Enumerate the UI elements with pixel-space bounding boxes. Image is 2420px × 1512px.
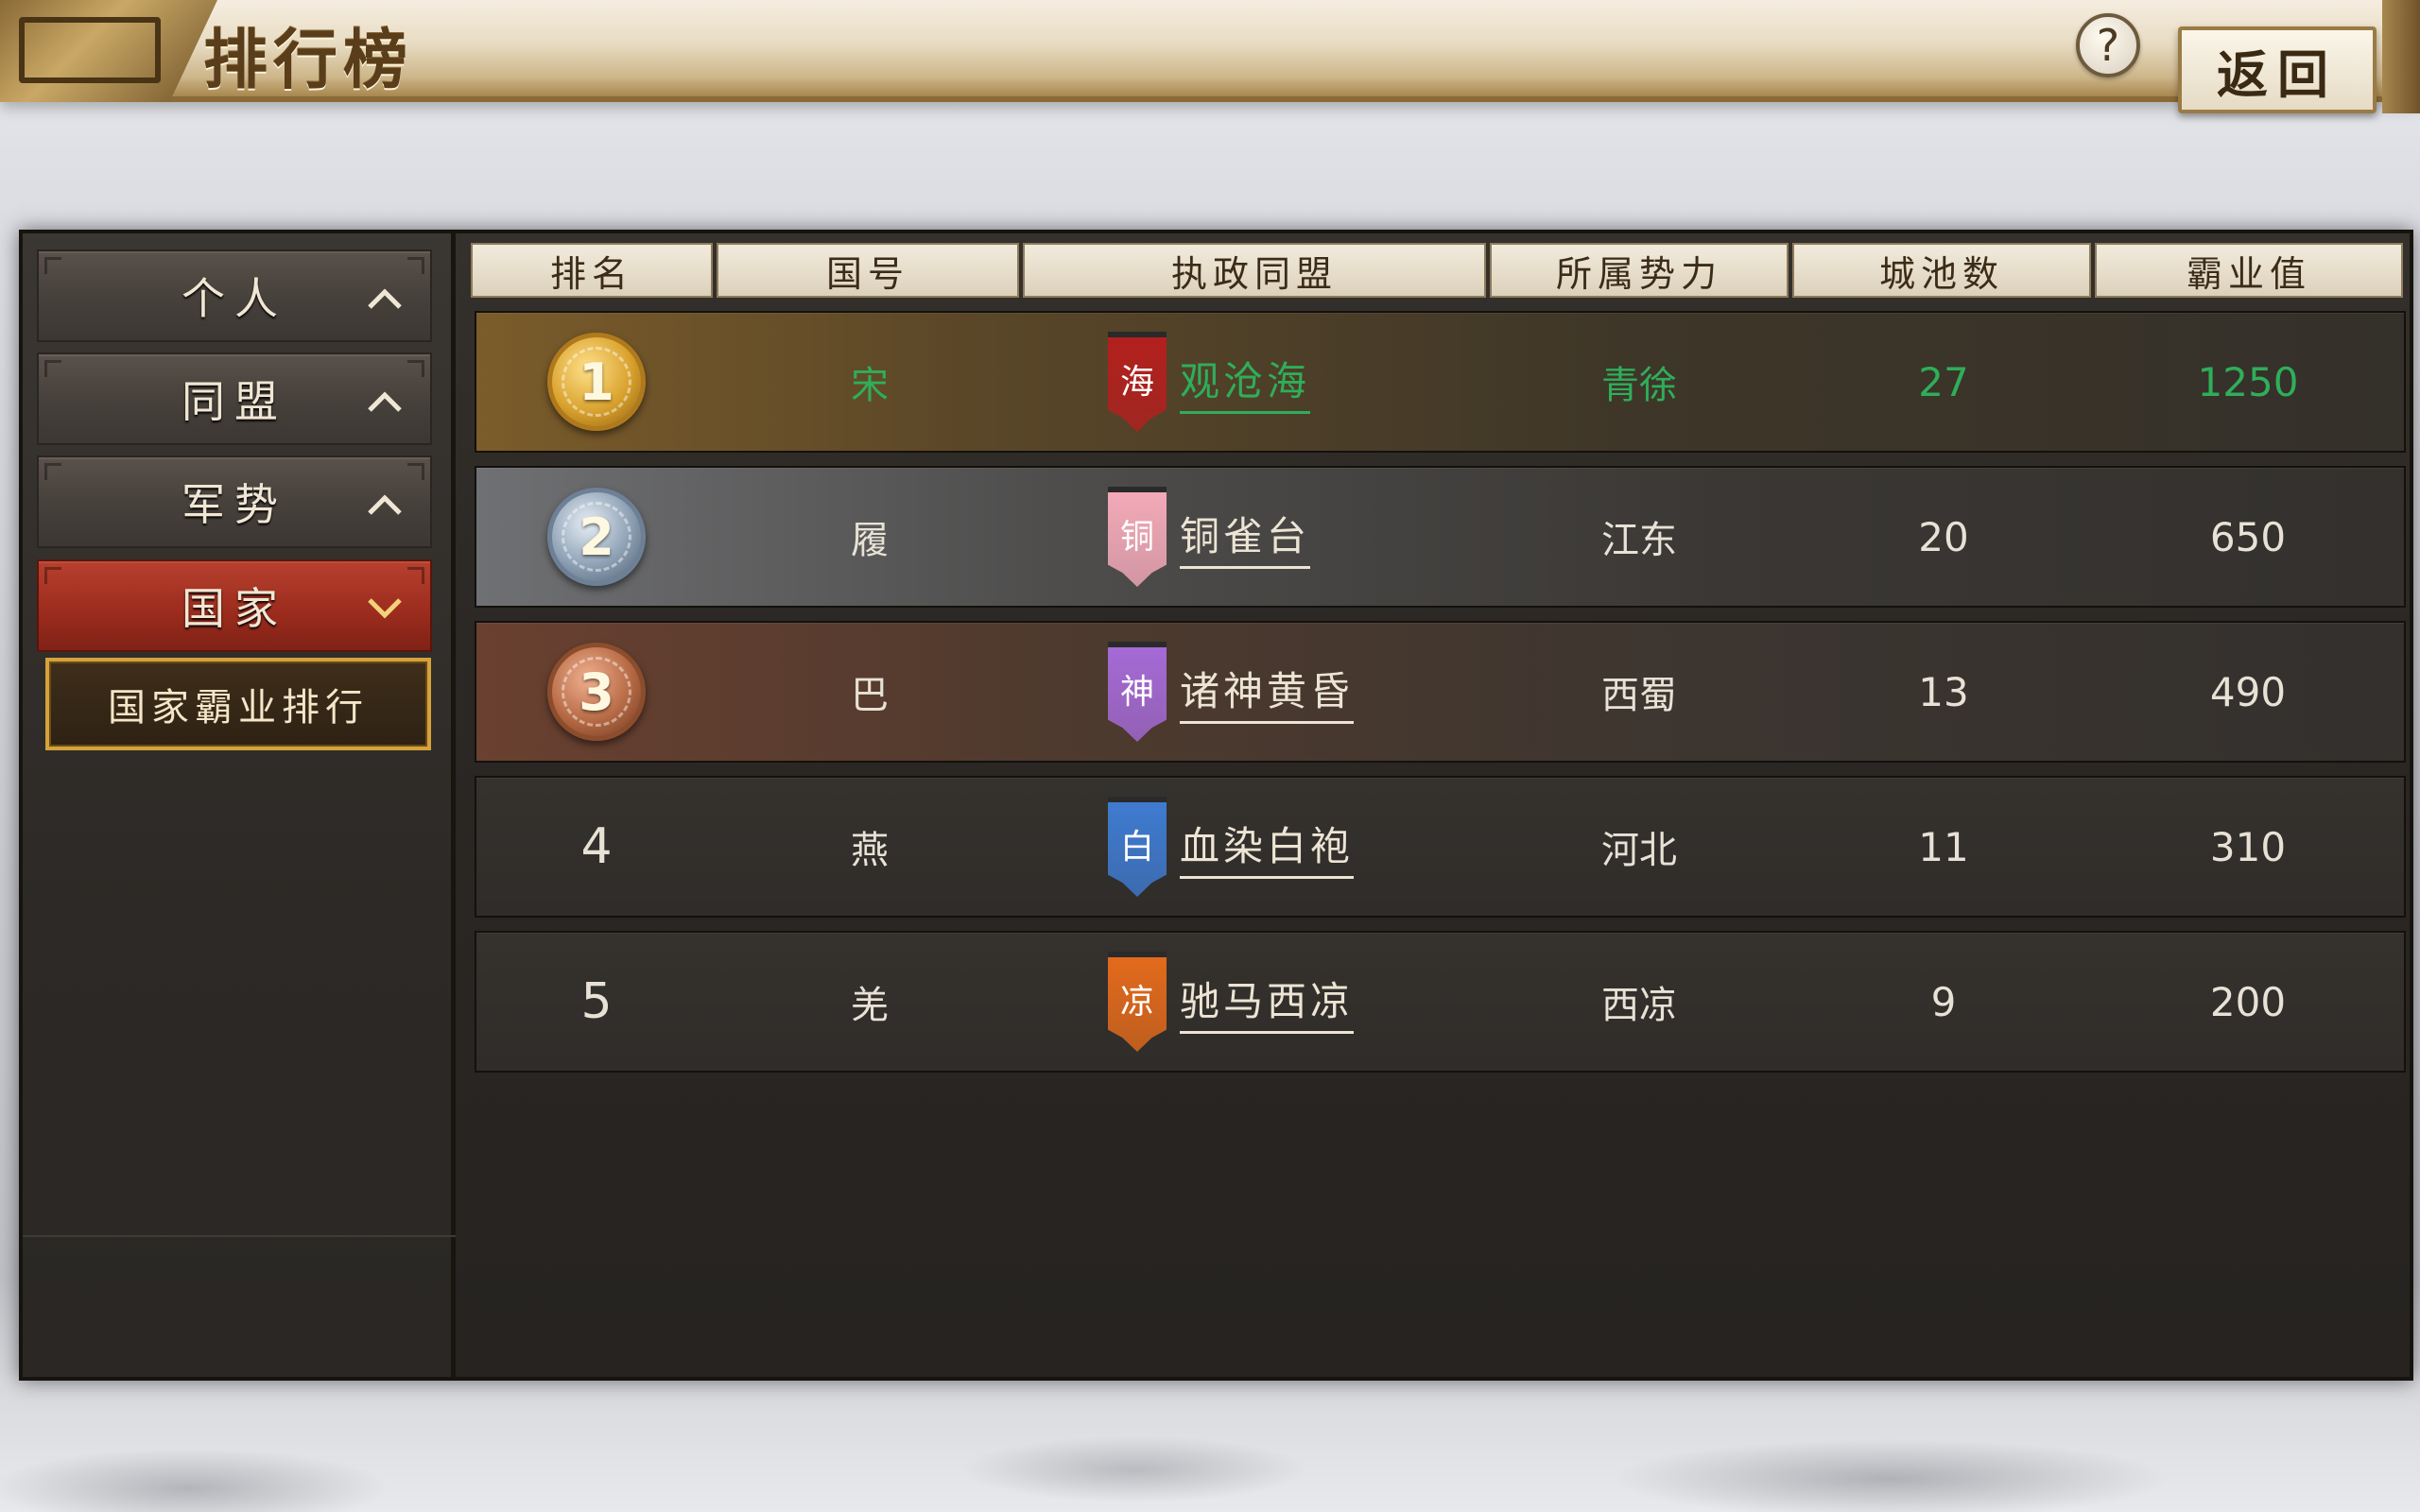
ranking-panel: 个人 同盟 军势 国家 国家霸业排行 排名 国号 执政同盟 所属势力 城池数 霸… bbox=[19, 230, 2413, 1381]
table-row[interactable]: 3 巴 神 诸神黄昏 西蜀 13 490 bbox=[475, 621, 2406, 763]
back-button[interactable]: 返回 bbox=[2178, 26, 2377, 113]
column-header-cities: 城池数 bbox=[1792, 243, 2091, 298]
alliance-banner-icon: 凉 bbox=[1108, 952, 1167, 1052]
sidebar-item-alliance[interactable]: 同盟 bbox=[37, 352, 432, 445]
sidebar-item-label: 同盟 bbox=[182, 376, 287, 427]
chevron-up-icon bbox=[366, 383, 404, 421]
chevron-down-icon bbox=[366, 590, 404, 627]
score-value: 650 bbox=[2209, 513, 2287, 560]
header-right-ornament bbox=[2382, 0, 2420, 113]
table-row[interactable]: 2 履 铜 铜雀台 江东 20 650 bbox=[475, 466, 2406, 608]
sidebar: 个人 同盟 军势 国家 国家霸业排行 bbox=[23, 233, 456, 1377]
nation-code: 宋 bbox=[851, 364, 889, 407]
sidebar-subitem-nation-ranking[interactable]: 国家霸业排行 bbox=[45, 658, 431, 750]
rank-number: 5 bbox=[580, 973, 613, 1030]
alliance-banner-icon: 神 bbox=[1108, 642, 1167, 742]
nation-code: 履 bbox=[851, 519, 889, 562]
chevron-up-icon bbox=[366, 280, 404, 318]
sidebar-divider bbox=[23, 1235, 456, 1377]
score-value: 1250 bbox=[2197, 358, 2299, 405]
score-value: 490 bbox=[2209, 668, 2287, 715]
gold-medal-icon: 1 bbox=[547, 333, 646, 431]
rank-number: 4 bbox=[580, 818, 613, 875]
city-count: 27 bbox=[1918, 358, 1969, 405]
city-count: 20 bbox=[1918, 513, 1969, 560]
table-row[interactable]: 5 羌 凉 驰马西凉 西凉 9 200 bbox=[475, 931, 2406, 1073]
silver-medal-icon: 2 bbox=[547, 488, 646, 586]
sidebar-item-nation[interactable]: 国家 bbox=[37, 559, 432, 652]
sidebar-item-label: 国家 bbox=[182, 583, 287, 634]
city-count: 9 bbox=[1930, 978, 1957, 1025]
column-header-force: 所属势力 bbox=[1490, 243, 1789, 298]
chevron-up-icon bbox=[366, 486, 404, 524]
force-name: 江东 bbox=[1601, 519, 1677, 562]
alliance-link[interactable]: 观沧海 bbox=[1180, 350, 1311, 414]
sidebar-item-label: 军势 bbox=[182, 479, 287, 530]
score-value: 200 bbox=[2209, 978, 2287, 1025]
nation-code: 羌 bbox=[851, 984, 889, 1027]
city-count: 11 bbox=[1918, 823, 1969, 870]
alliance-link[interactable]: 驰马西凉 bbox=[1180, 970, 1355, 1034]
sidebar-item-personal[interactable]: 个人 bbox=[37, 249, 432, 342]
alliance-banner-icon: 白 bbox=[1108, 797, 1167, 897]
alliance-link[interactable]: 血染白袍 bbox=[1180, 815, 1355, 879]
sidebar-item-label: 个人 bbox=[182, 273, 287, 324]
force-name: 西蜀 bbox=[1601, 674, 1677, 717]
column-header-score: 霸业值 bbox=[2095, 243, 2403, 298]
force-name: 河北 bbox=[1601, 829, 1677, 872]
city-count: 13 bbox=[1918, 668, 1969, 715]
force-name: 西凉 bbox=[1601, 984, 1677, 1027]
bronze-medal-icon: 3 bbox=[547, 643, 646, 741]
page-title: 排行榜 bbox=[203, 23, 414, 98]
table-row[interactable]: 1 宋 海 观沧海 青徐 27 1250 bbox=[475, 311, 2406, 453]
alliance-banner-icon: 海 bbox=[1108, 332, 1167, 432]
column-header-nation-code: 国号 bbox=[717, 243, 1019, 298]
column-header-ruling-alliance: 执政同盟 bbox=[1023, 243, 1486, 298]
snow-ground-background bbox=[0, 1375, 2420, 1512]
sidebar-item-army[interactable]: 军势 bbox=[37, 455, 432, 548]
alliance-banner-icon: 铜 bbox=[1108, 487, 1167, 587]
nation-code: 燕 bbox=[851, 829, 889, 872]
score-value: 310 bbox=[2209, 823, 2287, 870]
column-header-rank: 排名 bbox=[471, 243, 713, 298]
header-bar: 排行榜 ? 返回 bbox=[0, 0, 2420, 113]
alliance-link[interactable]: 诸神黄昏 bbox=[1180, 660, 1355, 724]
help-button[interactable]: ? bbox=[2076, 13, 2140, 77]
force-name: 青徐 bbox=[1601, 364, 1677, 407]
table-row[interactable]: 4 燕 白 血染白袍 河北 11 310 bbox=[475, 776, 2406, 918]
nation-code: 巴 bbox=[851, 674, 889, 717]
header-ornament bbox=[0, 0, 217, 102]
alliance-link[interactable]: 铜雀台 bbox=[1180, 505, 1311, 569]
